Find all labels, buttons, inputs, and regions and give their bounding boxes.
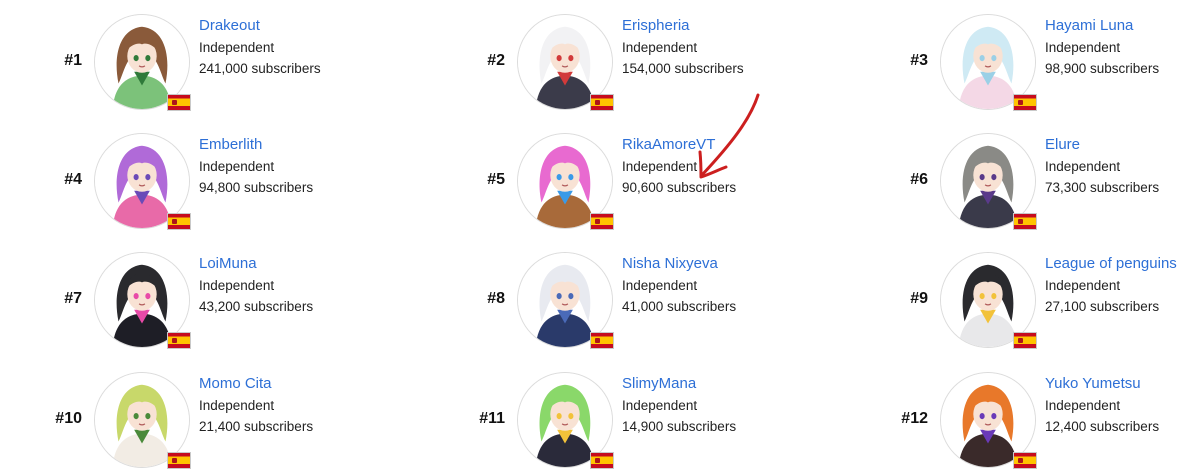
channel-name-link[interactable]: Momo Cita [199, 375, 272, 392]
affiliation-label: Independent [622, 159, 698, 174]
rank-label: #2 [487, 52, 505, 69]
spain-flag-icon [1013, 213, 1037, 230]
channel-card[interactable]: #7 LoiMuna Independent 43,200 subscriber… [32, 252, 412, 352]
spain-flag-icon [590, 213, 614, 230]
channel-card[interactable]: #8 Nisha Nixyeva Independent 41,000 subs… [455, 252, 835, 352]
affiliation-label: Independent [199, 278, 275, 293]
spain-flag-icon [590, 332, 614, 349]
affiliation-label: Independent [1045, 398, 1121, 413]
spain-flag-icon [590, 452, 614, 469]
channel-card[interactable]: #5 RikaAmoreVT Independent 90,600 subscr… [455, 133, 835, 233]
subscriber-count: 98,900 subscribers [1045, 61, 1160, 76]
rank-label: #3 [910, 52, 928, 69]
affiliation-label: Independent [622, 398, 698, 413]
rank-label: #8 [487, 290, 505, 307]
channel-card[interactable]: #9 League of penguins Independent 27,100… [878, 252, 1200, 352]
affiliation-label: Independent [622, 278, 698, 293]
channel-card[interactable]: #2 Erispheria Independent 154,000 subscr… [455, 14, 835, 114]
subscriber-count: 14,900 subscribers [622, 419, 737, 434]
affiliation-label: Independent [622, 40, 698, 55]
rank-label: #6 [910, 171, 928, 188]
spain-flag-icon [167, 213, 191, 230]
channel-name-link[interactable]: Erispheria [622, 17, 690, 34]
subscriber-count: 73,300 subscribers [1045, 180, 1160, 195]
channel-card[interactable]: #4 Emberlith Independent 94,800 subscrib… [32, 133, 412, 233]
channel-name-link[interactable]: League of penguins [1045, 255, 1177, 272]
channel-name-link[interactable]: Drakeout [199, 17, 260, 34]
spain-flag-icon [167, 332, 191, 349]
subscriber-count: 94,800 subscribers [199, 180, 314, 195]
affiliation-label: Independent [199, 398, 275, 413]
affiliation-label: Independent [199, 40, 275, 55]
channel-name-link[interactable]: Yuko Yumetsu [1045, 375, 1141, 392]
spain-flag-icon [590, 94, 614, 111]
subscriber-count: 241,000 subscribers [199, 61, 321, 76]
subscriber-count: 41,000 subscribers [622, 299, 737, 314]
subscriber-count: 27,100 subscribers [1045, 299, 1160, 314]
channel-name-link[interactable]: Hayami Luna [1045, 17, 1133, 34]
subscriber-count: 90,600 subscribers [622, 180, 737, 195]
affiliation-label: Independent [1045, 40, 1121, 55]
channel-card[interactable]: #6 Elure Independent 73,300 subscribers [878, 133, 1200, 233]
rank-label: #10 [55, 410, 82, 427]
affiliation-label: Independent [1045, 159, 1121, 174]
rank-label: #7 [64, 290, 82, 307]
channel-card[interactable]: #1 Drakeout Independent 241,000 subscrib… [32, 14, 412, 114]
subscriber-count: 12,400 subscribers [1045, 419, 1160, 434]
spain-flag-icon [167, 452, 191, 469]
channel-name-link[interactable]: Emberlith [199, 136, 262, 153]
rank-label: #1 [64, 52, 82, 69]
rank-label: #5 [487, 171, 505, 188]
affiliation-label: Independent [199, 159, 275, 174]
spain-flag-icon [167, 94, 191, 111]
rank-label: #9 [910, 290, 928, 307]
spain-flag-icon [1013, 452, 1037, 469]
rank-label: #11 [479, 410, 505, 427]
spain-flag-icon [1013, 332, 1037, 349]
channel-name-link[interactable]: SlimyMana [622, 375, 696, 392]
subscriber-count: 43,200 subscribers [199, 299, 314, 314]
subscriber-count: 154,000 subscribers [622, 61, 744, 76]
channel-name-link[interactable]: RikaAmoreVT [622, 136, 715, 153]
channel-name-link[interactable]: LoiMuna [199, 255, 257, 272]
channel-ranking-grid: #1 Drakeout Independent 241,000 subscrib… [0, 0, 1200, 475]
rank-label: #12 [901, 410, 928, 427]
affiliation-label: Independent [1045, 278, 1121, 293]
channel-card[interactable]: #3 Hayami Luna Independent 98,900 subscr… [878, 14, 1200, 114]
channel-card[interactable]: #12 Yuko Yumetsu Independent 12,400 subs… [878, 372, 1200, 472]
subscriber-count: 21,400 subscribers [199, 419, 314, 434]
channel-name-link[interactable]: Nisha Nixyeva [622, 255, 718, 272]
channel-name-link[interactable]: Elure [1045, 136, 1080, 153]
channel-card[interactable]: #10 Momo Cita Independent 21,400 subscri… [32, 372, 412, 472]
rank-label: #4 [64, 171, 82, 188]
spain-flag-icon [1013, 94, 1037, 111]
channel-card[interactable]: #11 SlimyMana Independent 14,900 subscri… [455, 372, 835, 472]
